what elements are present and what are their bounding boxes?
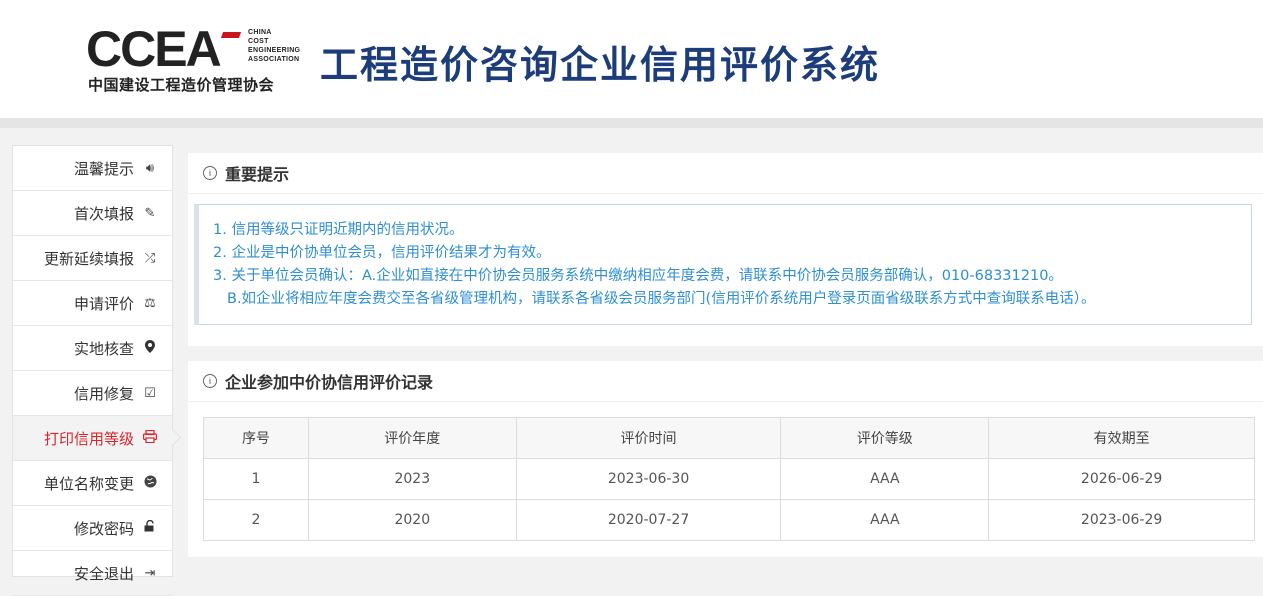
column-header: 评价年度 bbox=[307, 417, 517, 459]
cell-date: 2023-06-30 bbox=[515, 458, 782, 500]
sidebar-item-renew-fill[interactable]: 更新延续填报 ⤮ bbox=[13, 236, 172, 281]
sidebar-nav: 温馨提示 🔊︎ 首次填报 ✎ 更新延续填报 ⤮ 申请评价 ⚖ 实地核查 信用修复… bbox=[12, 145, 173, 596]
notice-line: B.如企业将相应年度会费交至各省级管理机构，请联系各省级会员服务部门(信用评价系… bbox=[227, 291, 1096, 307]
logo-abbr: CCEA bbox=[86, 21, 222, 77]
cell-year: 2020 bbox=[307, 499, 517, 541]
sidebar-item-label: 单位名称变更 bbox=[43, 474, 134, 493]
records-panel-header: i 企业参加中价协信用评价记录 bbox=[188, 361, 1263, 402]
globe-icon bbox=[142, 475, 158, 492]
cell-year: 2023 bbox=[307, 458, 517, 500]
sidebar-item-first-fill[interactable]: 首次填报 ✎ bbox=[13, 191, 172, 236]
sidebar-item-credit-repair[interactable]: 信用修复 ☑ bbox=[13, 371, 172, 416]
sidebar-item-print-grade[interactable]: 打印信用等级 bbox=[13, 416, 172, 461]
records-title: 企业参加中价协信用评价记录 bbox=[225, 373, 434, 392]
notice-line: 2. 企业是中价协单位会员，信用评价结果才为有效。 bbox=[213, 245, 551, 261]
sidebar-item-rename-unit[interactable]: 单位名称变更 bbox=[13, 461, 172, 506]
info-icon: i bbox=[203, 166, 217, 180]
notice-line: 1. 信用等级只证明近期内的信用状况。 bbox=[213, 222, 464, 238]
table-row: 2 2020 2020-07-27 AAA 2023-06-29 bbox=[203, 499, 1255, 541]
sidebar-item-logout[interactable]: 安全退出 ⇥ bbox=[13, 551, 172, 596]
sidebar-item-label: 实地核查 bbox=[73, 339, 134, 358]
notice-panel: i 重要提示 1. 信用等级只证明近期内的信用状况。 2. 企业是中价协单位会员… bbox=[188, 153, 1263, 346]
column-header: 评价等级 bbox=[780, 417, 990, 459]
ccea-logo[interactable]: CCEA CHINA COST ENGINEERING ASSOCIATION … bbox=[86, 24, 306, 96]
sidebar-item-label: 信用修复 bbox=[73, 384, 134, 403]
notice-panel-header: i 重要提示 bbox=[188, 153, 1263, 194]
system-title: 工程造价咨询企业信用评价系统 bbox=[320, 43, 881, 87]
unlock-icon bbox=[142, 519, 158, 536]
sidebar-item-label: 首次填报 bbox=[73, 204, 134, 223]
logo-swoosh-mark bbox=[220, 32, 242, 38]
logo-sub-text: CHINA COST ENGINEERING ASSOCIATION bbox=[248, 29, 301, 63]
header-divider bbox=[0, 118, 1263, 128]
cell-valid-until: 2023-06-29 bbox=[988, 499, 1255, 541]
records-panel: i 企业参加中价协信用评价记录 序号 评价年度 评价时间 评价等级 有效期至 1… bbox=[188, 361, 1263, 557]
cell-index: 1 bbox=[203, 458, 309, 500]
notice-title: 重要提示 bbox=[225, 165, 290, 184]
scale-icon: ⚖ bbox=[144, 295, 156, 311]
info-icon: i bbox=[203, 374, 217, 388]
cell-date: 2020-07-27 bbox=[515, 499, 782, 541]
sidebar-item-tips[interactable]: 温馨提示 🔊︎ bbox=[13, 146, 172, 191]
header: CCEA CHINA COST ENGINEERING ASSOCIATION … bbox=[0, 0, 1263, 118]
sidebar-item-label: 更新延续填报 bbox=[43, 249, 134, 268]
column-header: 序号 bbox=[203, 417, 309, 459]
check-square-icon: ☑ bbox=[144, 385, 156, 401]
map-marker-icon bbox=[142, 339, 158, 357]
sidebar-item-label: 安全退出 bbox=[73, 564, 134, 583]
volume-icon: 🔊︎ bbox=[145, 160, 155, 176]
edit-icon: ✎ bbox=[144, 205, 156, 221]
sidebar-item-label: 温馨提示 bbox=[73, 159, 134, 178]
sidebar-item-apply-evaluation[interactable]: 申请评价 ⚖ bbox=[13, 281, 172, 326]
notice-line: 3. 关于单位会员确认：A.企业如直接在中价协会员服务系统中缴纳相应年度会费，请… bbox=[213, 268, 1063, 284]
cell-index: 2 bbox=[203, 499, 309, 541]
notice-box: 1. 信用等级只证明近期内的信用状况。 2. 企业是中价协单位会员，信用评价结果… bbox=[194, 204, 1252, 325]
sidebar-item-label: 修改密码 bbox=[73, 519, 134, 538]
print-icon bbox=[142, 429, 158, 447]
sidebar-item-label: 申请评价 bbox=[73, 294, 134, 313]
shuffle-icon: ⤮ bbox=[144, 250, 156, 266]
cell-grade: AAA bbox=[780, 499, 990, 541]
logo-cn-name: 中国建设工程造价管理协会 bbox=[88, 76, 275, 94]
sidebar-item-label: 打印信用等级 bbox=[43, 429, 134, 448]
cell-grade: AAA bbox=[780, 458, 990, 500]
sign-out-icon: ⇥ bbox=[144, 565, 156, 581]
table-header-row: 序号 评价年度 评价时间 评价等级 有效期至 bbox=[203, 417, 1255, 459]
sidebar-item-site-check[interactable]: 实地核查 bbox=[13, 326, 172, 371]
column-header: 有效期至 bbox=[988, 417, 1255, 459]
column-header: 评价时间 bbox=[515, 417, 782, 459]
table-row: 1 2023 2023-06-30 AAA 2026-06-29 bbox=[203, 458, 1255, 500]
cell-valid-until: 2026-06-29 bbox=[988, 458, 1255, 500]
records-table: 序号 评价年度 评价时间 评价等级 有效期至 1 2023 2023-06-30… bbox=[203, 417, 1255, 541]
sidebar-item-change-password[interactable]: 修改密码 bbox=[13, 506, 172, 551]
